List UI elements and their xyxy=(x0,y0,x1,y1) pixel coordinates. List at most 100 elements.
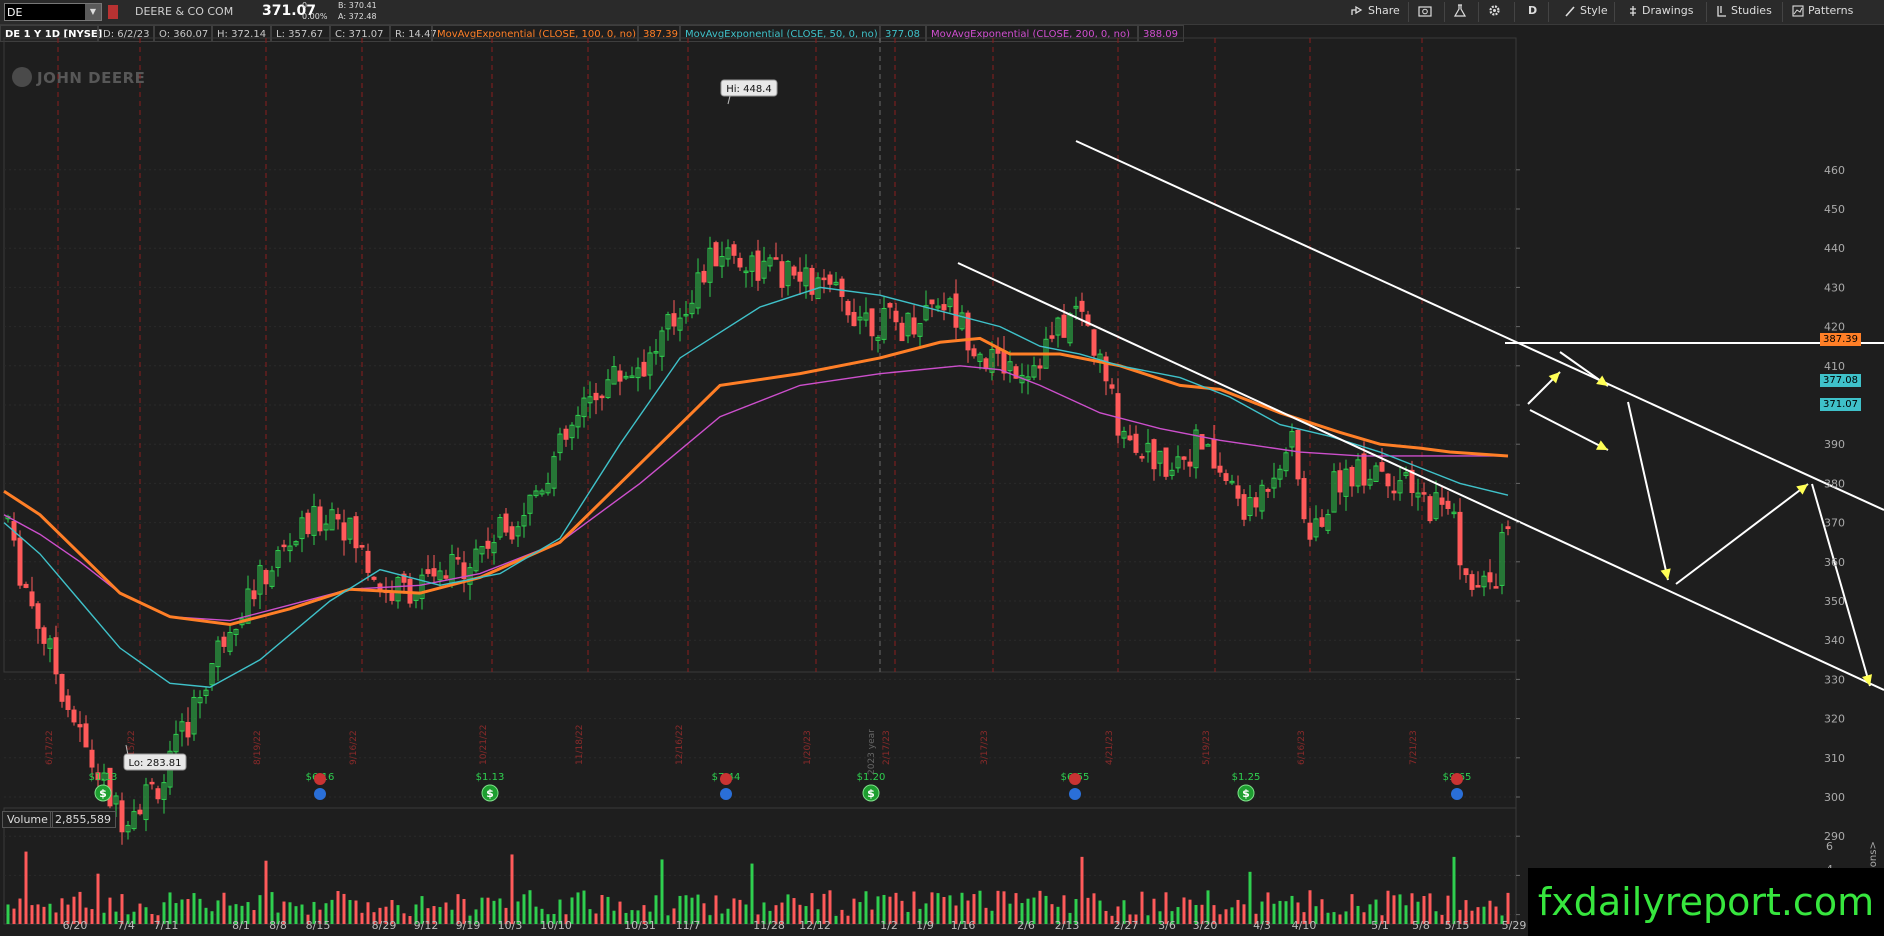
price-pane-frame xyxy=(3,37,1517,673)
volume-bar xyxy=(252,910,256,924)
candle-body xyxy=(1493,586,1499,589)
volume-bar xyxy=(594,913,598,924)
time-axis-label: 3/6 xyxy=(1158,919,1176,932)
time-axis-label: 9/19 xyxy=(456,919,481,932)
candle-body xyxy=(509,526,515,540)
candle-body xyxy=(1223,473,1229,482)
candle-body xyxy=(1445,500,1451,509)
candle-body xyxy=(821,277,827,281)
candle-body xyxy=(1139,456,1145,459)
volume-bar xyxy=(744,904,748,924)
candle-body xyxy=(317,506,323,532)
price-tick-label: 410 xyxy=(1824,360,1845,373)
time-axis-label: 5/29 xyxy=(1502,919,1527,932)
volume-bar xyxy=(1398,894,1402,924)
candle-body xyxy=(1307,522,1313,540)
candle-body xyxy=(119,800,125,833)
candle-body xyxy=(737,257,743,268)
candle-body xyxy=(773,257,779,260)
volume-bar xyxy=(864,891,868,924)
price-tick-label: 300 xyxy=(1824,791,1845,804)
price-tick-label: 370 xyxy=(1824,517,1845,530)
volume-bar xyxy=(1392,895,1396,924)
candle-body xyxy=(1049,335,1055,339)
candle-body xyxy=(971,348,977,357)
dollar-icon: $ xyxy=(486,787,494,800)
candle-body xyxy=(593,392,599,401)
time-axis-label: 8/1 xyxy=(232,919,250,932)
time-axis-label: 1/9 xyxy=(916,919,934,932)
price-axis-tag: 387.39 xyxy=(1820,333,1861,346)
candle-body xyxy=(1001,351,1007,374)
volume-bar xyxy=(1224,909,1228,924)
volume-bar xyxy=(702,903,706,924)
candle-body xyxy=(1427,496,1433,522)
candle-body xyxy=(281,544,287,548)
volume-bar xyxy=(1356,905,1360,924)
candle-body xyxy=(713,242,719,267)
volume-bar xyxy=(192,893,196,924)
time-axis-label: 7/4 xyxy=(117,919,135,932)
volume-bar xyxy=(846,915,850,924)
volume-bar xyxy=(600,894,604,924)
volume-bar xyxy=(144,907,148,924)
volume-label[interactable]: Volume xyxy=(2,811,53,828)
volume-bar xyxy=(876,896,880,924)
volume-bar xyxy=(1080,856,1084,924)
price-chart[interactable]: 6/17/22 7/15/22 8/19/22 9/16/22 10/21/22 11/1… xyxy=(0,0,1884,936)
trendline-drawings[interactable] xyxy=(957,140,1884,691)
volume-bar xyxy=(858,902,862,924)
time-axis-label: 6/20 xyxy=(63,919,88,932)
candle-body xyxy=(455,557,461,560)
volume-bar xyxy=(1434,911,1438,924)
candle-body xyxy=(149,781,155,785)
volume-bar xyxy=(510,854,514,924)
price-tick-label: 320 xyxy=(1824,713,1845,726)
arrowhead-icon xyxy=(1796,484,1808,495)
volume-bar xyxy=(48,903,52,924)
price-tick-label: 310 xyxy=(1824,752,1845,765)
candle-body xyxy=(845,300,851,316)
volume-bar xyxy=(1278,900,1282,924)
event-value: $1.13 xyxy=(89,772,118,783)
candle-body xyxy=(1505,526,1511,530)
volume-bar xyxy=(480,897,484,924)
candle-body xyxy=(59,673,65,702)
candle-body xyxy=(827,274,833,285)
volume-bar xyxy=(180,899,184,924)
volume-bar xyxy=(942,897,946,924)
time-axis-label: 10/3 xyxy=(498,919,523,932)
volume-bar xyxy=(228,905,232,924)
price-tick-label: 340 xyxy=(1824,634,1845,647)
volume-bar xyxy=(750,863,754,924)
candle-body xyxy=(305,512,311,535)
candle-body xyxy=(563,428,569,440)
candle-body xyxy=(1253,497,1259,508)
candle-body xyxy=(53,637,59,675)
candle-body xyxy=(443,575,449,579)
volume-bar xyxy=(1086,897,1090,924)
volume-tick-label: 6 xyxy=(1826,840,1833,853)
candle-body xyxy=(941,304,947,311)
candle-body xyxy=(1349,466,1355,487)
candle-body xyxy=(1235,485,1241,499)
candle-body xyxy=(1385,473,1391,487)
volume-side-label: ions> xyxy=(1868,841,1879,870)
ema-100-line xyxy=(3,336,1509,627)
candle-body xyxy=(65,695,71,710)
candle-body xyxy=(1061,314,1067,338)
candle-body xyxy=(1205,444,1211,447)
volume-bar xyxy=(1452,856,1456,924)
time-axis-label: 10/31 xyxy=(624,919,656,932)
time-axis-label: 8/29 xyxy=(372,919,397,932)
candle-body xyxy=(1109,384,1115,389)
candle-body xyxy=(779,261,785,288)
volume-bar xyxy=(576,892,580,924)
volume-bar xyxy=(996,890,1000,924)
ema-200-curve xyxy=(3,365,1508,622)
volume-bar xyxy=(1236,899,1240,924)
candle-body xyxy=(35,603,41,629)
volume-bar xyxy=(1146,915,1150,924)
price-candles xyxy=(5,236,1511,845)
volume-bar xyxy=(1272,903,1276,924)
